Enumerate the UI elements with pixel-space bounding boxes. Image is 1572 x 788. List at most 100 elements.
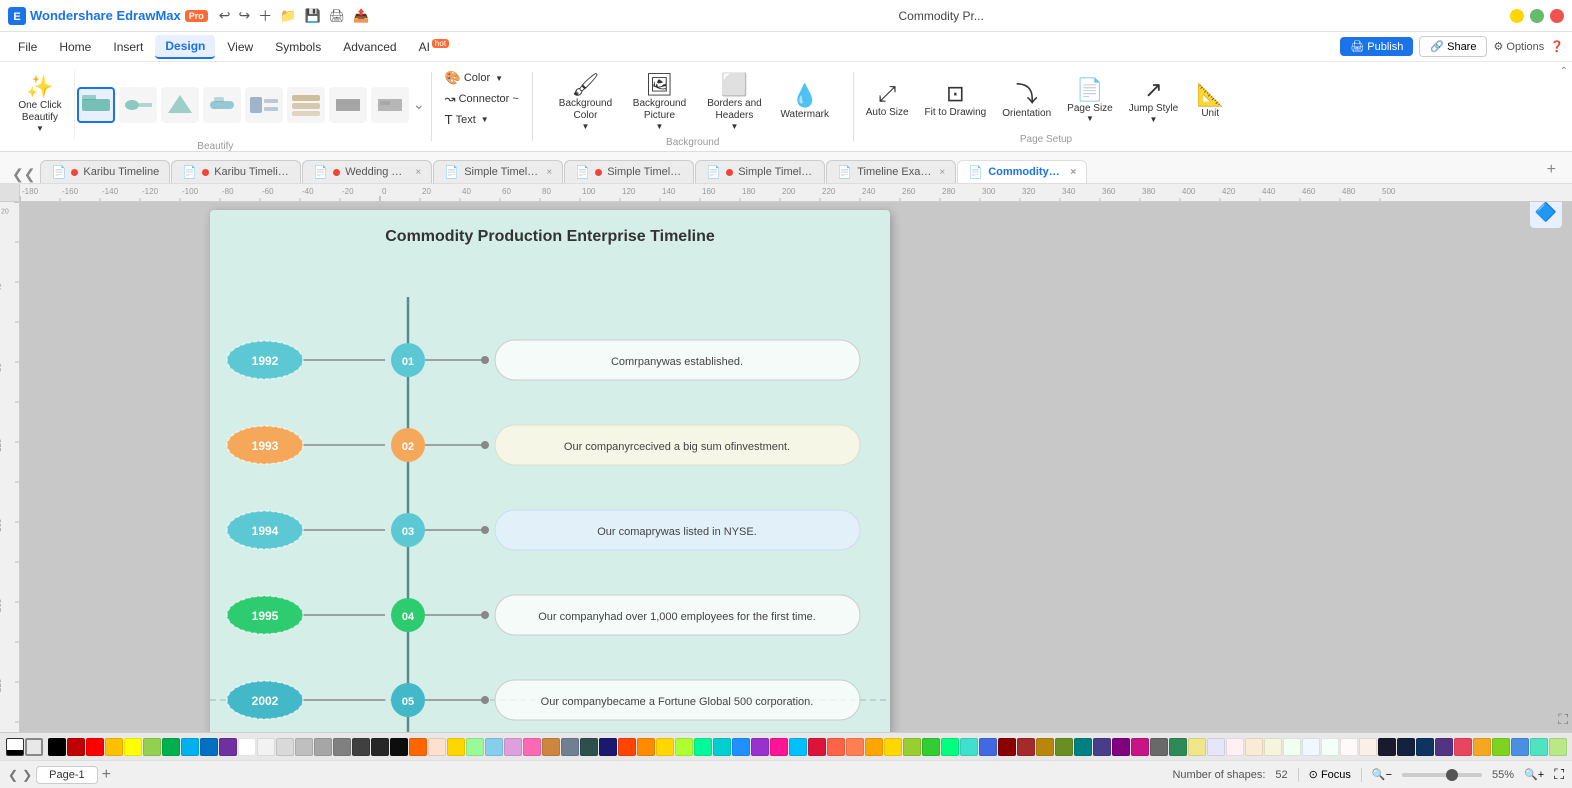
fit-to-drawing-button[interactable]: ⊡ Fit to Drawing bbox=[919, 79, 993, 123]
jump-style-button[interactable]: ↗ Jump Style ▼ bbox=[1123, 75, 1184, 128]
palette-color-swatch[interactable] bbox=[979, 738, 997, 756]
fit-page-button[interactable]: ⛶ bbox=[1554, 766, 1564, 783]
palette-color-swatch[interactable] bbox=[1416, 738, 1434, 756]
palette-color-swatch[interactable] bbox=[941, 738, 959, 756]
palette-color-swatch[interactable] bbox=[1055, 738, 1073, 756]
shape-option-2[interactable] bbox=[119, 87, 157, 123]
palette-color-swatch[interactable] bbox=[1454, 738, 1472, 756]
menu-ai[interactable]: AIhot bbox=[409, 35, 459, 58]
palette-color-swatch[interactable] bbox=[1321, 738, 1339, 756]
palette-color-swatch[interactable] bbox=[656, 738, 674, 756]
menu-advanced[interactable]: Advanced bbox=[333, 36, 406, 58]
palette-color-swatch[interactable] bbox=[1511, 738, 1529, 756]
menu-file[interactable]: File bbox=[8, 36, 47, 58]
ribbon-toggle-button[interactable]: ⌃ bbox=[1560, 66, 1568, 77]
open-button[interactable]: 📁 bbox=[277, 6, 299, 26]
tab-close[interactable]: × bbox=[415, 167, 421, 178]
palette-color-swatch[interactable] bbox=[390, 738, 408, 756]
tab-tab7[interactable]: 📄Timeline Examp...× bbox=[826, 160, 956, 183]
tab-tab8[interactable]: 📄Commodity Pr...× bbox=[957, 160, 1087, 183]
palette-color-swatch[interactable] bbox=[903, 738, 921, 756]
palette-color-swatch[interactable] bbox=[1017, 738, 1035, 756]
help-button[interactable]: ❓ bbox=[1550, 40, 1564, 53]
palette-color-swatch[interactable] bbox=[1036, 738, 1054, 756]
tab-tab5[interactable]: 📄Simple Timeline... bbox=[564, 160, 694, 183]
palette-color-swatch[interactable] bbox=[1549, 738, 1567, 756]
palette-color-swatch[interactable] bbox=[1397, 738, 1415, 756]
palette-color-swatch[interactable] bbox=[295, 738, 313, 756]
palette-color-swatch[interactable] bbox=[371, 738, 389, 756]
zoom-slider[interactable] bbox=[1402, 773, 1482, 777]
menu-home[interactable]: Home bbox=[49, 36, 101, 58]
palette-color-swatch[interactable] bbox=[1359, 738, 1377, 756]
palette-color-swatch[interactable] bbox=[694, 738, 712, 756]
palette-color-swatch[interactable] bbox=[808, 738, 826, 756]
tab-close[interactable]: × bbox=[939, 167, 945, 178]
tab-close[interactable]: × bbox=[546, 167, 552, 178]
palette-color-swatch[interactable] bbox=[1473, 738, 1491, 756]
palette-color-swatch[interactable] bbox=[314, 738, 332, 756]
share-button[interactable]: 🔗 Share bbox=[1419, 36, 1487, 57]
palette-color-swatch[interactable] bbox=[599, 738, 617, 756]
palette-color-swatch[interactable] bbox=[922, 738, 940, 756]
page-tab-1[interactable]: Page-1 bbox=[36, 766, 97, 784]
palette-color-swatch[interactable] bbox=[561, 738, 579, 756]
tab-tab6[interactable]: 📄Simple Timeline... bbox=[695, 160, 825, 183]
palette-color-swatch[interactable] bbox=[1530, 738, 1548, 756]
palette-color-swatch[interactable] bbox=[276, 738, 294, 756]
palette-color-swatch[interactable] bbox=[618, 738, 636, 756]
palette-color-swatch[interactable] bbox=[865, 738, 883, 756]
shape-option-7[interactable] bbox=[329, 87, 367, 123]
palette-color-swatch[interactable] bbox=[1302, 738, 1320, 756]
palette-color-swatch[interactable] bbox=[1207, 738, 1225, 756]
palette-color-swatch[interactable] bbox=[162, 738, 180, 756]
tab-tab4[interactable]: 📄Simple Timeline9× bbox=[433, 160, 563, 183]
publish-button[interactable]: 🖨 Publish bbox=[1340, 37, 1413, 56]
menu-symbols[interactable]: Symbols bbox=[265, 36, 331, 58]
tabs-scroll-left[interactable]: ❮❮ bbox=[8, 166, 39, 183]
shape-option-5[interactable] bbox=[245, 87, 283, 123]
undo-button[interactable]: ↩ bbox=[216, 5, 234, 26]
palette-color-swatch[interactable] bbox=[105, 738, 123, 756]
color-button[interactable]: 🎨 Color ▼ bbox=[439, 68, 525, 88]
borders-headers-button[interactable]: ⬜ Borders andHeaders ▼ bbox=[698, 70, 770, 135]
stroke-color-selector[interactable] bbox=[25, 738, 43, 756]
close-button[interactable] bbox=[1550, 9, 1564, 23]
add-page-button[interactable]: + bbox=[102, 766, 111, 784]
palette-color-swatch[interactable] bbox=[1435, 738, 1453, 756]
unit-button[interactable]: 📐 Unit bbox=[1188, 80, 1232, 123]
print-button[interactable]: 🖨 bbox=[326, 6, 349, 26]
palette-color-swatch[interactable] bbox=[884, 738, 902, 756]
palette-color-swatch[interactable] bbox=[1150, 738, 1168, 756]
palette-color-swatch[interactable] bbox=[637, 738, 655, 756]
palette-color-swatch[interactable] bbox=[732, 738, 750, 756]
minimize-button[interactable] bbox=[1510, 9, 1524, 23]
palette-color-swatch[interactable] bbox=[200, 738, 218, 756]
ribbon-collapse[interactable]: ⌃ bbox=[1560, 66, 1568, 147]
options-button[interactable]: ⚙ Options bbox=[1493, 40, 1544, 53]
canvas-container[interactable]: Commodity Production Enterprise Timeline… bbox=[20, 202, 1572, 732]
tab-tab3[interactable]: 📄Wedding Timeli...× bbox=[302, 160, 432, 183]
palette-color-swatch[interactable] bbox=[675, 738, 693, 756]
one-click-beautify-button[interactable]: ✨ One Click Beautify ▼ bbox=[10, 72, 70, 137]
palette-color-swatch[interactable] bbox=[1378, 738, 1396, 756]
palette-color-swatch[interactable] bbox=[1131, 738, 1149, 756]
palette-color-swatch[interactable] bbox=[1264, 738, 1282, 756]
palette-color-swatch[interactable] bbox=[257, 738, 275, 756]
palette-color-swatch[interactable] bbox=[428, 738, 446, 756]
palette-color-swatch[interactable] bbox=[333, 738, 351, 756]
palette-color-swatch[interactable] bbox=[466, 738, 484, 756]
palette-color-swatch[interactable] bbox=[219, 738, 237, 756]
menu-insert[interactable]: Insert bbox=[103, 36, 153, 58]
palette-color-swatch[interactable] bbox=[124, 738, 142, 756]
palette-color-swatch[interactable] bbox=[827, 738, 845, 756]
palette-color-swatch[interactable] bbox=[580, 738, 598, 756]
palette-color-swatch[interactable] bbox=[1093, 738, 1111, 756]
focus-mode-button[interactable]: ⊙ Focus bbox=[1309, 768, 1351, 781]
palette-color-swatch[interactable] bbox=[1226, 738, 1244, 756]
watermark-button[interactable]: 💧 Watermark bbox=[774, 81, 835, 124]
menu-design[interactable]: Design bbox=[155, 35, 215, 59]
menu-view[interactable]: View bbox=[217, 36, 263, 58]
connector-button[interactable]: ↝ Connector ~ bbox=[439, 89, 525, 109]
palette-color-swatch[interactable] bbox=[1245, 738, 1263, 756]
